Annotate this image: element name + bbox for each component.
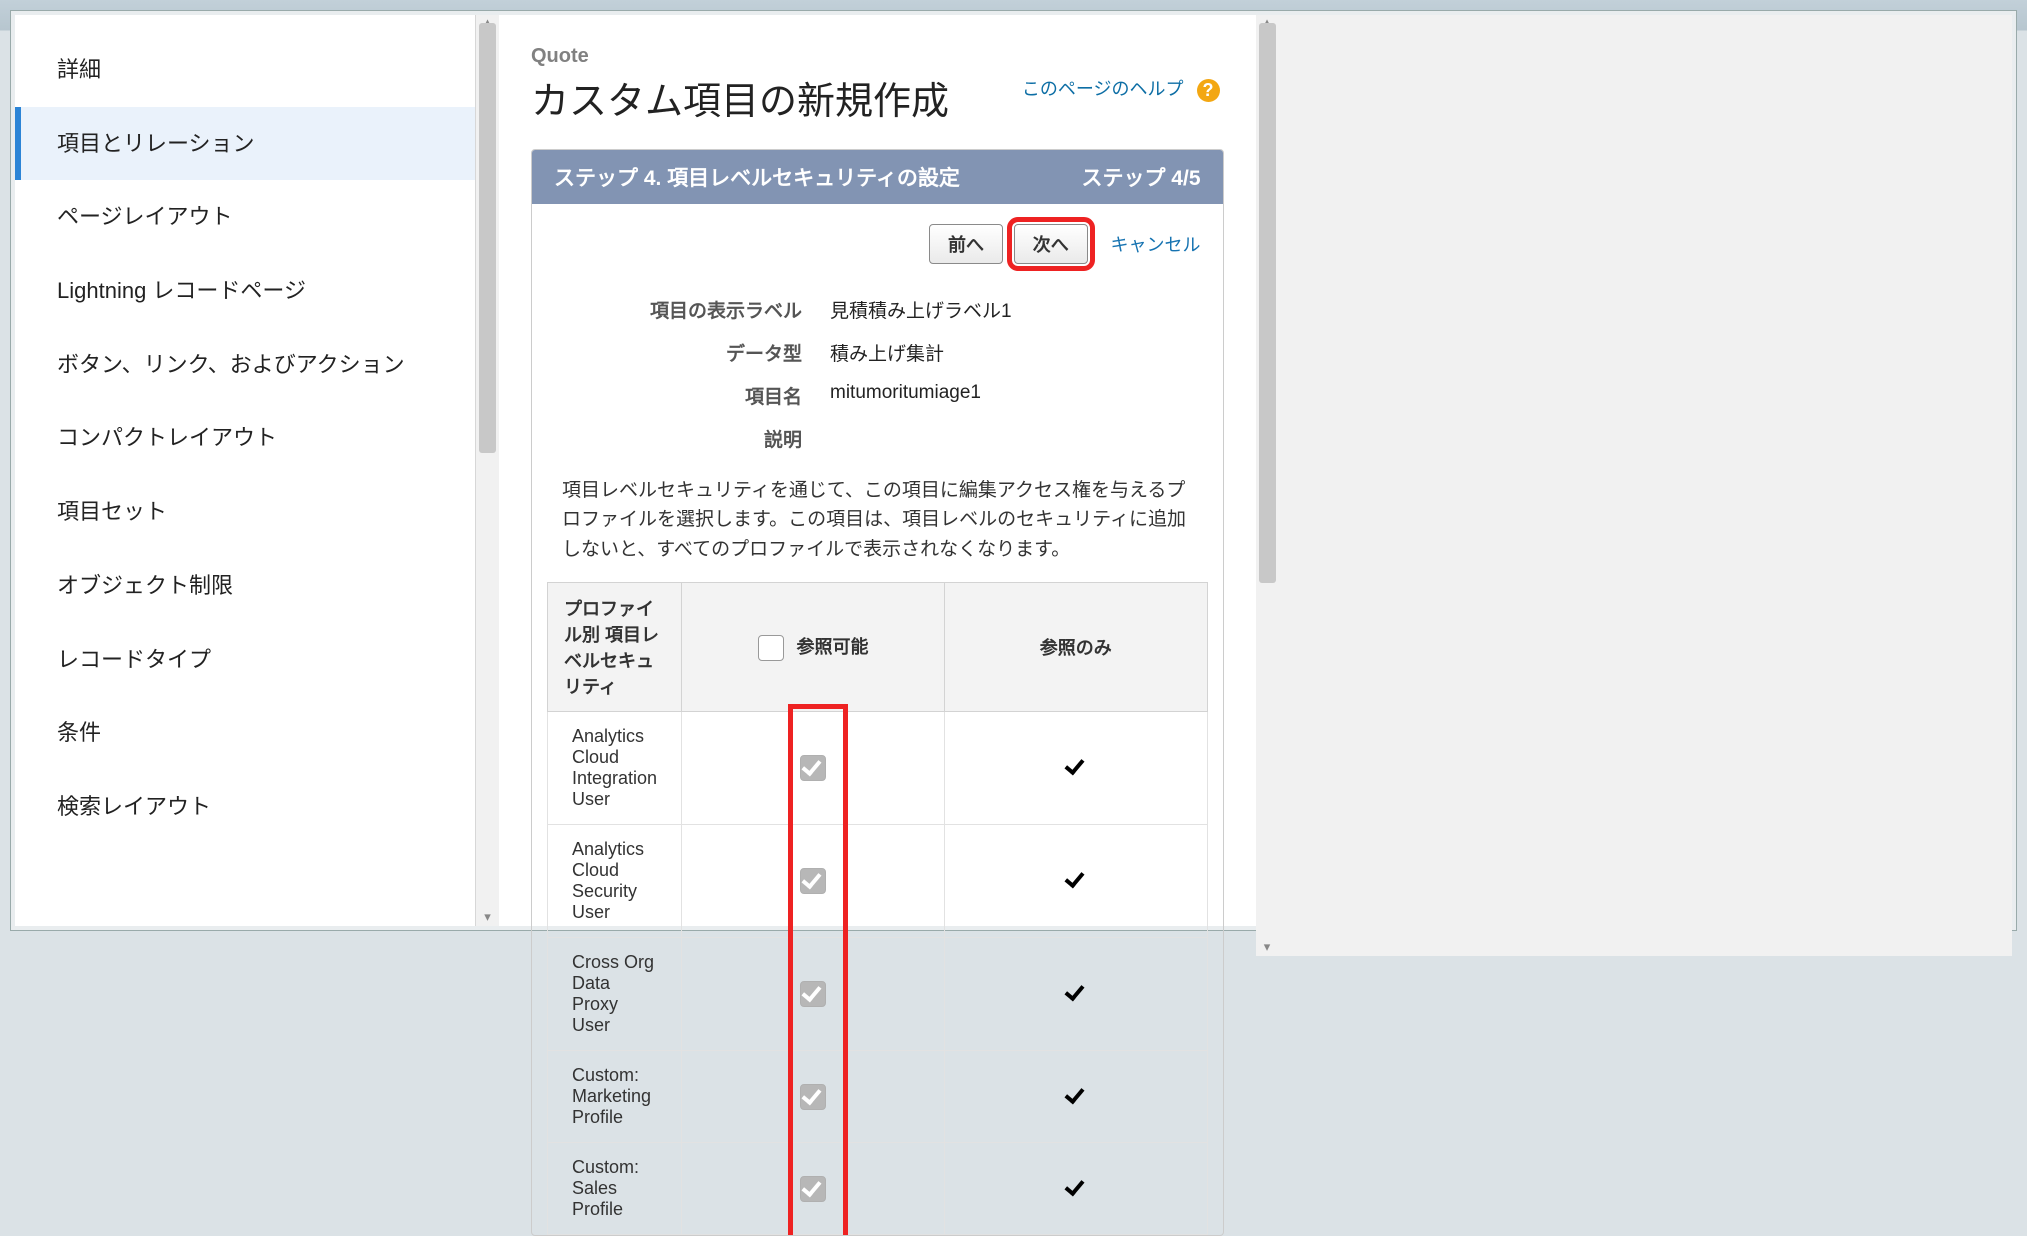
sidebar-item-label: オブジェクト制限 (57, 573, 233, 598)
fls-header-readonly: 参照のみ (944, 583, 1207, 712)
sidebar-item-label: 詳細 (57, 57, 101, 82)
sidebar-item-label: レコードタイプ (57, 647, 211, 672)
fls-visible-cell (682, 825, 945, 938)
check-icon (1064, 1177, 1088, 1201)
check-icon (1064, 1085, 1088, 1109)
fls-visible-checkbox[interactable] (800, 1084, 826, 1110)
fls-profile-cell: Analytics Cloud Integration User (548, 712, 682, 825)
fls-visible-checkbox[interactable] (800, 755, 826, 781)
check-icon (1064, 982, 1088, 1006)
sidebar-scrollbar[interactable]: ▴ ▾ (476, 15, 499, 926)
sidebar-item-label: 条件 (57, 720, 101, 745)
fls-visible-cell (682, 1051, 945, 1143)
sidebar-item-search-layouts[interactable]: 検索レイアウト (15, 770, 475, 844)
chevron-down-icon[interactable]: ▾ (1260, 939, 1275, 954)
fls-readonly-cell (944, 938, 1207, 1051)
fls-visible-checkbox[interactable] (800, 1176, 826, 1202)
sidebar-item-label: ページレイアウト (57, 204, 233, 229)
field-display-label-value: 見積積み上げラベル1 (830, 296, 1012, 323)
button-row: 前へ 次へ キャンセル (532, 204, 1223, 270)
help-link-text: このページのヘルプ (1022, 79, 1184, 99)
fls-profile-cell: Custom: Marketing Profile (548, 1051, 682, 1143)
table-row: Cross Org Data Proxy User (548, 938, 1208, 1051)
table-row: Custom: Sales Profile (548, 1143, 1208, 1235)
fls-profile-cell: Analytics Cloud Security User (548, 825, 682, 938)
step-progress: ステップ 4/5 (1081, 162, 1200, 192)
sidebar-item-label: 項目セット (57, 499, 167, 524)
table-row: Analytics Cloud Security User (548, 825, 1208, 938)
step-panel: ステップ 4. 項目レベルセキュリティの設定 ステップ 4/5 前へ 次へ キャ… (531, 149, 1224, 1236)
check-icon (1064, 869, 1088, 893)
field-description-caption: 説明 (572, 425, 830, 452)
sidebar-item-validation-rules[interactable]: 条件 (15, 696, 475, 770)
sidebar-item-object-limits[interactable]: オブジェクト制限 (15, 549, 475, 623)
fls-visible-checkbox[interactable] (800, 981, 826, 1007)
fls-header-profile: プロファイル別 項目レベルセキュリティ (548, 583, 682, 712)
sidebar: 詳細 項目とリレーション ページレイアウト Lightning レコードページ … (15, 15, 476, 926)
sidebar-item-buttons-links-actions[interactable]: ボタン、リンク、およびアクション (15, 328, 475, 402)
field-apiname-value: mitumoritumiage1 (830, 382, 981, 409)
object-label: Quote (531, 45, 1224, 68)
fls-header-visible-label: 参照可能 (797, 637, 869, 657)
table-row: Custom: Marketing Profile (548, 1051, 1208, 1143)
help-icon: ? (1197, 79, 1220, 102)
field-apiname-caption: 項目名 (572, 382, 830, 409)
field-info-block: 項目の表示ラベル 見積積み上げラベル1 データ型 積み上げ集計 項目名 mitu… (532, 270, 1223, 466)
sidebar-item-label: 検索レイアウト (57, 794, 211, 819)
fls-header-visible: 参照可能 (682, 583, 945, 712)
step-header: ステップ 4. 項目レベルセキュリティの設定 ステップ 4/5 (532, 150, 1223, 204)
sidebar-list: 詳細 項目とリレーション ページレイアウト Lightning レコードページ … (15, 15, 475, 926)
sidebar-item-field-sets[interactable]: 項目セット (15, 475, 475, 549)
sidebar-item-record-types[interactable]: レコードタイプ (15, 623, 475, 697)
field-datatype-value: 積み上げ集計 (830, 339, 944, 366)
main-content: Quote カスタム項目の新規作成 このページのヘルプ ? ステップ 4. 項目… (499, 15, 1256, 926)
field-display-label-caption: 項目の表示ラベル (572, 296, 830, 323)
sidebar-item-lightning-record-pages[interactable]: Lightning レコードページ (15, 254, 475, 328)
fls-table: プロファイル別 項目レベルセキュリティ 参照可能 参照のみ Analytics … (547, 582, 1208, 1235)
fls-readonly-cell (944, 1143, 1207, 1235)
main-scrollbar[interactable]: ▴ ▾ (1256, 15, 2013, 956)
step-title: ステップ 4. 項目レベルセキュリティの設定 (554, 162, 960, 192)
fls-profile-cell: Cross Org Data Proxy User (548, 938, 682, 1051)
fls-description: 項目レベルセキュリティを通じて、この項目に編集アクセス権を与えるプロファイルを選… (532, 466, 1223, 582)
fls-profile-cell: Custom: Sales Profile (548, 1143, 682, 1235)
fls-visible-cell (682, 1143, 945, 1235)
fls-visible-checkbox[interactable] (800, 868, 826, 894)
scrollbar-thumb[interactable] (479, 23, 496, 453)
help-link[interactable]: このページのヘルプ ? (1022, 75, 1220, 102)
sidebar-item-label: Lightning レコードページ (57, 278, 306, 303)
fls-readonly-cell (944, 1051, 1207, 1143)
sidebar-item-label: 項目とリレーション (57, 131, 255, 156)
sidebar-item-page-layouts[interactable]: ページレイアウト (15, 180, 475, 254)
sidebar-item-fields-relations[interactable]: 項目とリレーション (15, 107, 475, 181)
previous-button[interactable]: 前へ (929, 224, 1003, 264)
sidebar-item-detail[interactable]: 詳細 (15, 33, 475, 107)
sidebar-item-label: コンパクトレイアウト (57, 425, 277, 450)
fls-readonly-cell (944, 825, 1207, 938)
fls-visible-cell (682, 938, 945, 1051)
chevron-down-icon[interactable]: ▾ (480, 909, 495, 924)
sidebar-item-label: ボタン、リンク、およびアクション (57, 352, 405, 377)
fls-readonly-cell (944, 712, 1207, 825)
field-datatype-caption: データ型 (572, 339, 830, 366)
fls-header-visible-checkbox[interactable] (758, 635, 784, 661)
scrollbar-thumb[interactable] (1259, 23, 1276, 583)
check-icon (1064, 756, 1088, 780)
fls-visible-cell (682, 712, 945, 825)
table-row: Analytics Cloud Integration User (548, 712, 1208, 825)
sidebar-item-compact-layouts[interactable]: コンパクトレイアウト (15, 401, 475, 475)
cancel-link[interactable]: キャンセル (1111, 235, 1201, 255)
next-button[interactable]: 次へ (1014, 224, 1088, 264)
